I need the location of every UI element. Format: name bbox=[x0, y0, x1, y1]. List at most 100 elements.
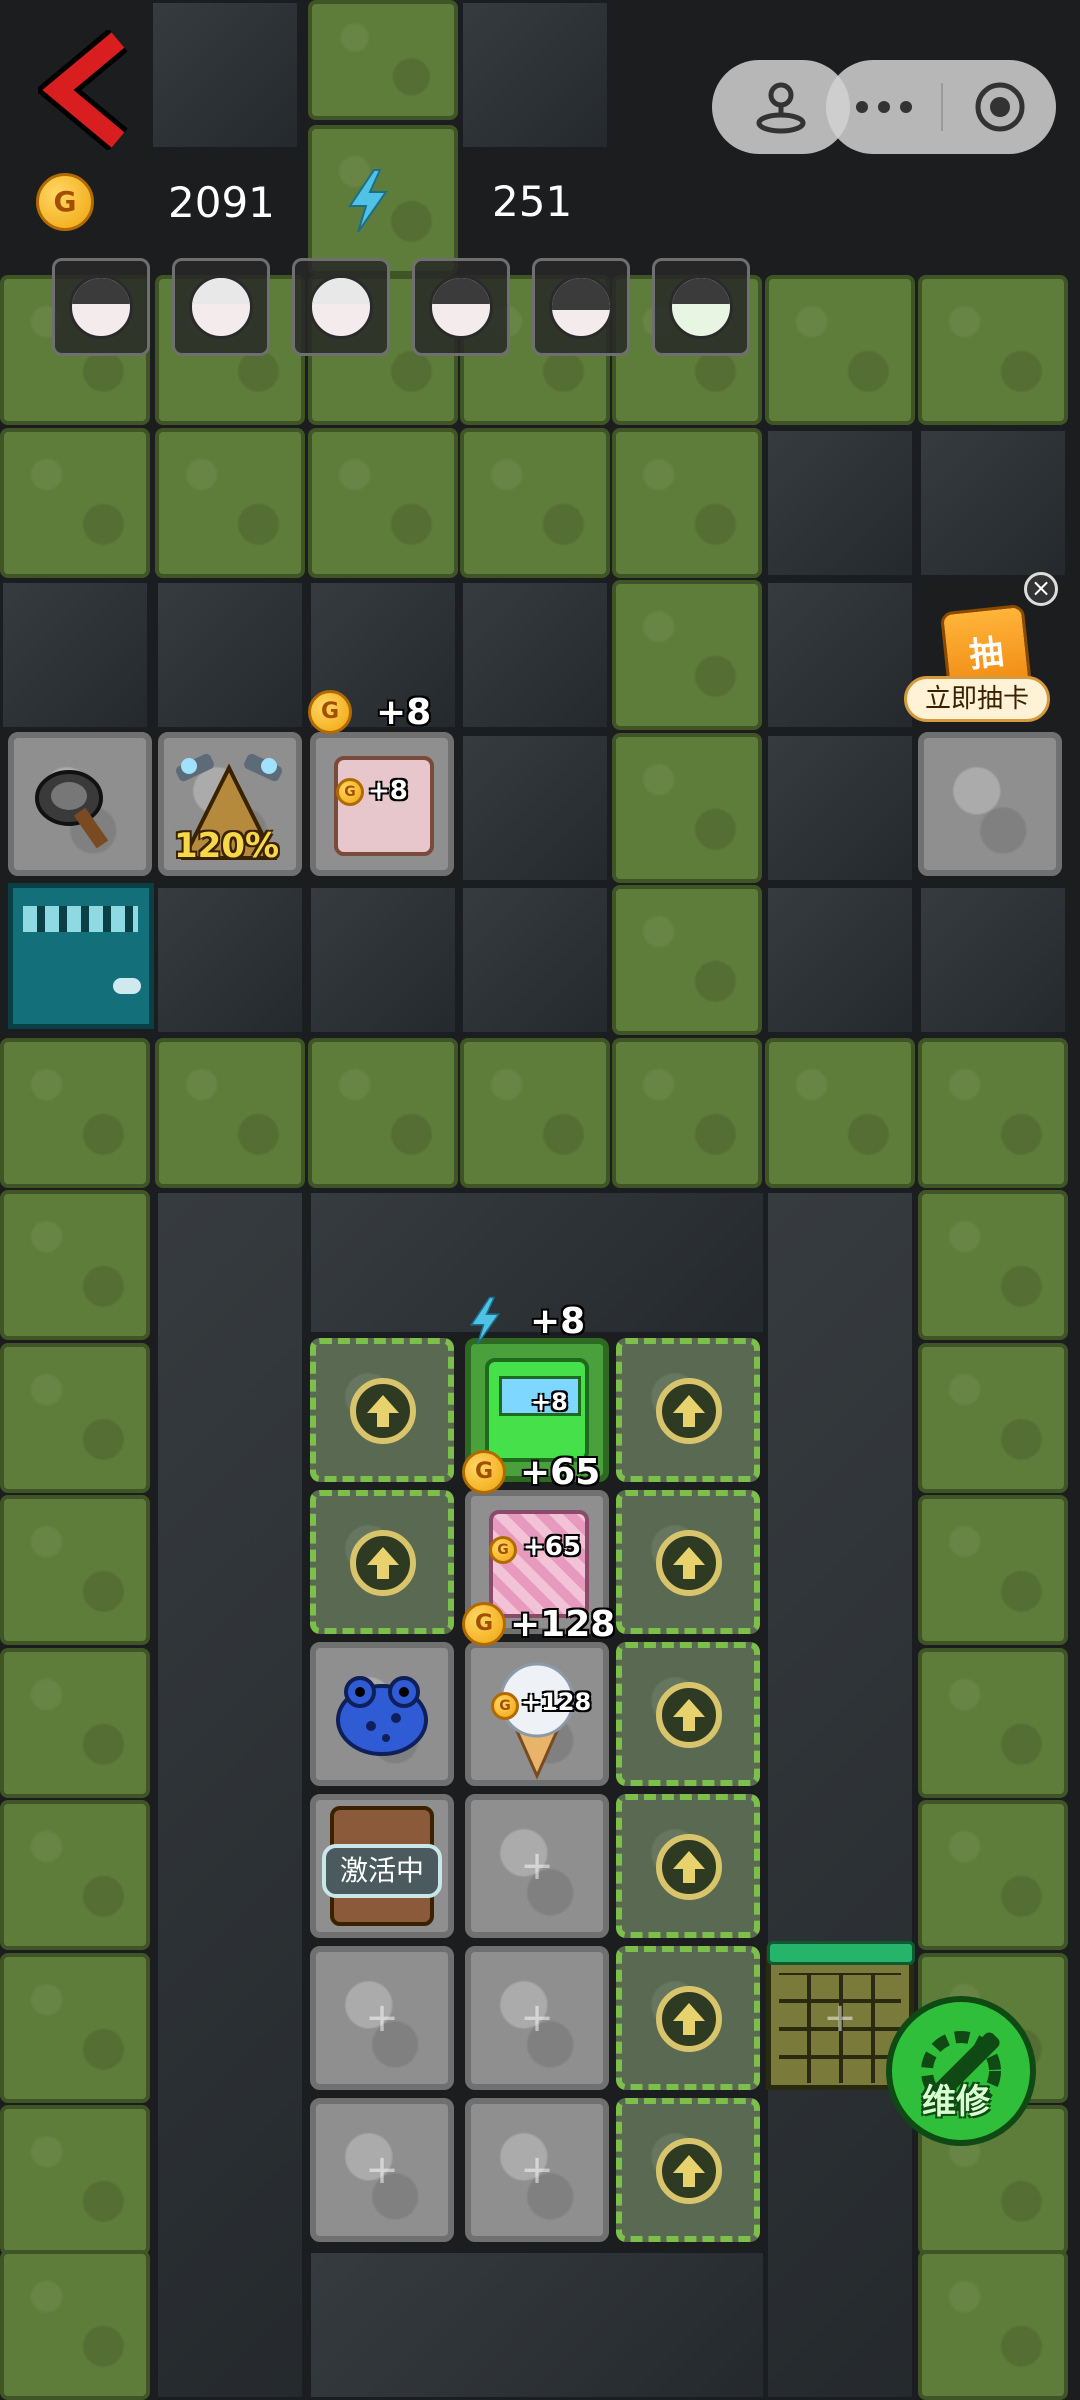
upgrade-button[interactable] bbox=[656, 1682, 722, 1748]
grass-tile bbox=[0, 1495, 150, 1645]
frog-statue-slot[interactable] bbox=[310, 1642, 454, 1786]
character-slot[interactable] bbox=[652, 258, 750, 356]
empty-slot[interactable]: + bbox=[310, 2098, 454, 2242]
grass-tile bbox=[612, 1038, 762, 1188]
grass-tile bbox=[918, 1495, 1068, 1645]
door-handle bbox=[113, 978, 141, 994]
back-button[interactable] bbox=[34, 28, 138, 152]
grass-tile bbox=[612, 428, 762, 578]
vacuum-item-slot[interactable] bbox=[8, 732, 152, 876]
upgrade-button[interactable] bbox=[656, 2138, 722, 2204]
upgrade-slot[interactable] bbox=[310, 1490, 454, 1634]
grass-tile bbox=[308, 1038, 458, 1188]
character-bar bbox=[52, 258, 762, 358]
cabinet-slot[interactable]: 激活中 bbox=[310, 1794, 454, 1938]
repair-button[interactable]: 维修 bbox=[886, 1996, 1036, 2146]
character-slot[interactable] bbox=[532, 258, 630, 356]
arcade-bonus-small: +8 bbox=[531, 1388, 568, 1416]
gold-coin-icon: G bbox=[462, 1450, 506, 1494]
energy-amount: 251 bbox=[492, 176, 573, 226]
grass-tile bbox=[0, 1343, 150, 1493]
floor-tile bbox=[918, 428, 1068, 578]
bed-gold-popup: G +8 bbox=[308, 690, 431, 734]
plus-icon: + bbox=[520, 2147, 554, 2193]
bed-icon bbox=[334, 756, 434, 856]
upgrade-button[interactable] bbox=[656, 1834, 722, 1900]
character-slot[interactable] bbox=[412, 258, 510, 356]
gold-amount: 2091 bbox=[168, 177, 275, 227]
floor-tile bbox=[765, 1190, 915, 2400]
character-slot[interactable] bbox=[292, 258, 390, 356]
floor-tile bbox=[0, 580, 150, 730]
arrow-up-icon bbox=[673, 1547, 705, 1579]
bed-gold-popup: G +65 bbox=[462, 1450, 600, 1494]
floor-tile bbox=[155, 885, 305, 1035]
floor-tile bbox=[155, 1190, 305, 2400]
grass-tile bbox=[0, 1038, 150, 1188]
target-icon bbox=[975, 82, 1024, 132]
floor-tile bbox=[308, 885, 458, 1035]
upgrade-slot[interactable] bbox=[616, 2098, 760, 2242]
close-promo-button[interactable]: × bbox=[1024, 572, 1058, 606]
upgrade-slot[interactable] bbox=[616, 1490, 760, 1634]
upgrade-button[interactable] bbox=[656, 1986, 722, 2052]
door[interactable] bbox=[8, 883, 154, 1029]
ghost-girl-avatar bbox=[429, 275, 493, 339]
upgrade-button[interactable] bbox=[350, 1378, 416, 1444]
empty-slot[interactable] bbox=[918, 732, 1062, 876]
character-slot[interactable] bbox=[172, 258, 270, 356]
grass-tile bbox=[0, 1800, 150, 1950]
more-dots-icon bbox=[855, 101, 912, 113]
bed-bonus-big: +8 bbox=[376, 691, 432, 733]
upgrade-slot[interactable] bbox=[616, 1642, 760, 1786]
cannon-turret-slot[interactable]: 120% bbox=[158, 732, 302, 876]
granny-avatar bbox=[309, 275, 373, 339]
arrow-up-icon bbox=[673, 1395, 705, 1427]
energy-bonus: +8 bbox=[530, 1300, 586, 1342]
upgrade-slot[interactable] bbox=[310, 1338, 454, 1482]
upgrade-slot[interactable] bbox=[616, 1946, 760, 2090]
character-slot[interactable] bbox=[52, 258, 150, 356]
empty-slot[interactable]: + bbox=[310, 1946, 454, 2090]
more-button[interactable] bbox=[826, 60, 941, 154]
icecream-gold-popup: G +128 bbox=[462, 1602, 615, 1646]
ghost-girl-avatar bbox=[69, 275, 133, 339]
grass-tile bbox=[918, 1800, 1068, 1950]
grass-tile bbox=[308, 0, 458, 120]
upgrade-button[interactable] bbox=[656, 1530, 722, 1596]
upgrade-slot[interactable] bbox=[616, 1794, 760, 1938]
energy-counter: 251 bbox=[344, 168, 572, 234]
arrow-up-icon bbox=[673, 2003, 705, 2035]
grass-tile bbox=[918, 275, 1068, 425]
upgrade-button[interactable] bbox=[656, 1378, 722, 1444]
empty-slot[interactable]: + bbox=[465, 1946, 609, 2090]
gold-coin-icon: G bbox=[308, 690, 352, 734]
floor-tile bbox=[155, 580, 305, 730]
small-coin-icon: G bbox=[489, 1536, 517, 1564]
blue-frog-icon bbox=[336, 1676, 428, 1756]
energy-popup: +8 bbox=[466, 1296, 585, 1346]
grass-tile bbox=[918, 2250, 1068, 2400]
empty-slot[interactable]: + bbox=[465, 1794, 609, 1938]
empty-slot[interactable]: + bbox=[465, 2098, 609, 2242]
floor-tile bbox=[150, 0, 300, 150]
grass-tile bbox=[612, 580, 762, 730]
draw-card-promo[interactable]: 抽 立即抽卡 × bbox=[904, 572, 1062, 726]
granny-avatar bbox=[189, 275, 253, 339]
bed-slot-top[interactable]: G +8 bbox=[310, 732, 454, 876]
arrow-up-icon bbox=[673, 2155, 705, 2187]
gold-counter: G 2091 bbox=[36, 172, 275, 232]
lightning-icon bbox=[348, 169, 388, 233]
floor-tile bbox=[765, 733, 915, 883]
grass-tile bbox=[0, 2105, 150, 2255]
arrow-up-icon bbox=[673, 1699, 705, 1731]
small-coin-icon: G bbox=[491, 1692, 519, 1720]
icecream-slot[interactable]: G +128 bbox=[465, 1642, 609, 1786]
bed-bonus-small: +8 bbox=[368, 776, 408, 806]
draw-card-button[interactable]: 立即抽卡 bbox=[904, 676, 1050, 722]
close-app-button[interactable] bbox=[943, 60, 1056, 154]
upgrade-slot[interactable] bbox=[616, 1338, 760, 1482]
capsule-menu bbox=[826, 60, 1056, 154]
upgrade-button[interactable] bbox=[350, 1530, 416, 1596]
floor-tile bbox=[460, 885, 610, 1035]
